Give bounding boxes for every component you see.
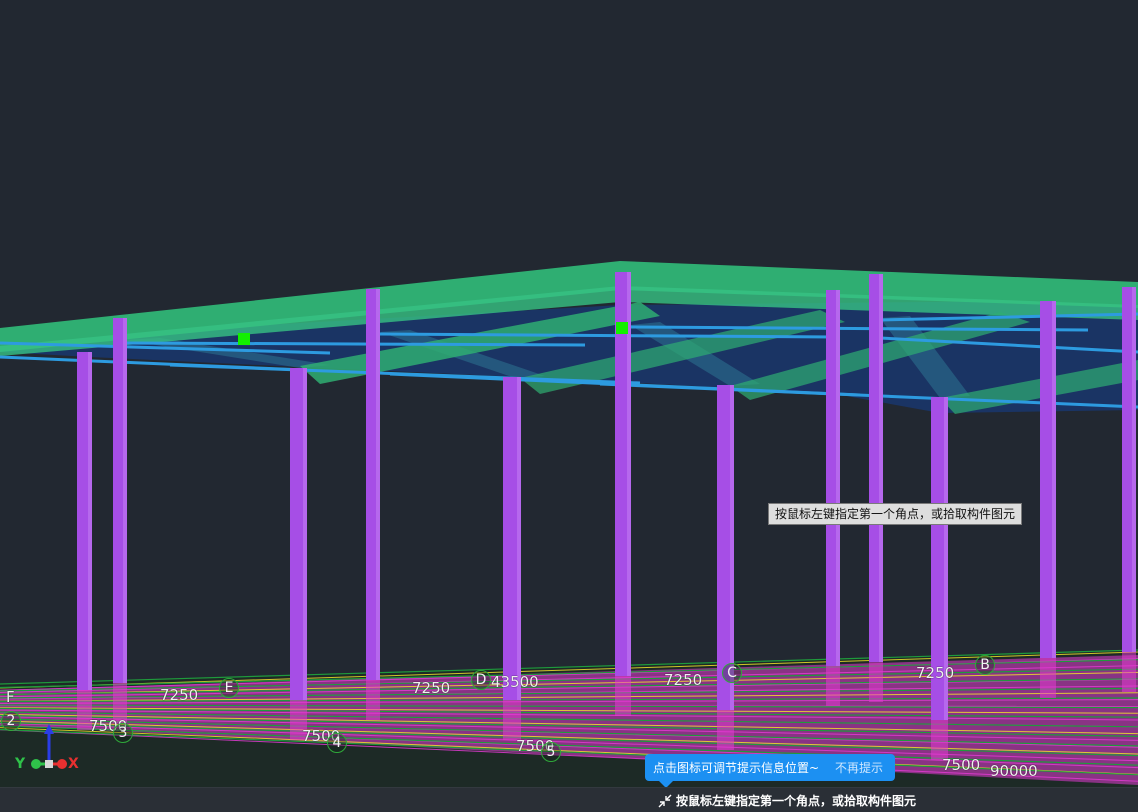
axis-bubble: 4 xyxy=(327,733,347,753)
status-bar: 按鼠标左键指定第一个角点，或拾取构件图元 xyxy=(0,787,1138,812)
axis-bubble: D xyxy=(471,670,491,690)
column-highlight xyxy=(303,368,307,700)
purlin-beam xyxy=(124,341,586,347)
cursor-tooltip: 按鼠标左键指定第一个角点，或拾取构件图元 xyxy=(768,503,1023,525)
column-footing xyxy=(1040,658,1056,698)
column-highlight xyxy=(88,352,92,690)
grip-marker xyxy=(238,333,250,345)
3d-model-viewport[interactable]: 7250 7250 43500 7250 7250 7500 7500 7500… xyxy=(0,0,1138,788)
column-footing xyxy=(503,700,521,740)
column-highlight xyxy=(879,274,883,662)
dimension-label: 90000 xyxy=(990,762,1038,780)
axis-gizmo-x-label: X xyxy=(68,756,79,772)
hint-popup-text: 点击图标可调节提示信息位置~ xyxy=(653,761,820,775)
adjust-position-icon[interactable] xyxy=(657,793,673,809)
hint-popup: 点击图标可调节提示信息位置~ 不再提示 xyxy=(645,754,895,788)
axis-gizmo-y-label: Y xyxy=(15,756,26,772)
axis-bubble: E xyxy=(219,678,239,698)
column-highlight xyxy=(123,318,127,683)
dimension-label: 7250 xyxy=(916,664,955,682)
axis-bubble: B xyxy=(975,655,995,675)
axis-gizmo: Y X xyxy=(14,722,84,778)
column-highlight xyxy=(730,385,734,710)
column-highlight xyxy=(517,377,521,700)
status-prompt: 按鼠标左键指定第一个角点，或拾取构件图元 xyxy=(657,792,916,809)
dimension-label: 7250 xyxy=(664,671,703,689)
dont-show-again-link[interactable]: 不再提示 xyxy=(835,759,883,776)
dimension-label: 43500 xyxy=(491,673,539,691)
dimension-label: 7250 xyxy=(160,686,199,704)
axis-bubble: 5 xyxy=(541,742,561,762)
column-highlight xyxy=(1052,301,1056,658)
axis-bubble: 3 xyxy=(113,723,133,743)
dimension-label: 7500 xyxy=(942,756,981,774)
status-prompt-text: 按鼠标左键指定第一个角点，或拾取构件图元 xyxy=(676,794,917,808)
column-footing xyxy=(717,710,734,750)
column-footing xyxy=(869,662,883,702)
column-highlight xyxy=(1132,287,1136,652)
column-highlight xyxy=(376,289,380,680)
column-footing xyxy=(615,676,631,716)
column-footing xyxy=(366,680,380,720)
axis-label: F xyxy=(6,688,15,706)
structure-scene[interactable] xyxy=(0,0,1138,787)
axis-bubble: C xyxy=(722,663,742,683)
grip-marker xyxy=(616,322,628,334)
column-footing xyxy=(931,720,948,760)
dimension-label: 7250 xyxy=(412,679,451,697)
column-footing xyxy=(826,666,840,706)
column-footing xyxy=(1122,652,1136,692)
column-highlight xyxy=(836,290,840,666)
